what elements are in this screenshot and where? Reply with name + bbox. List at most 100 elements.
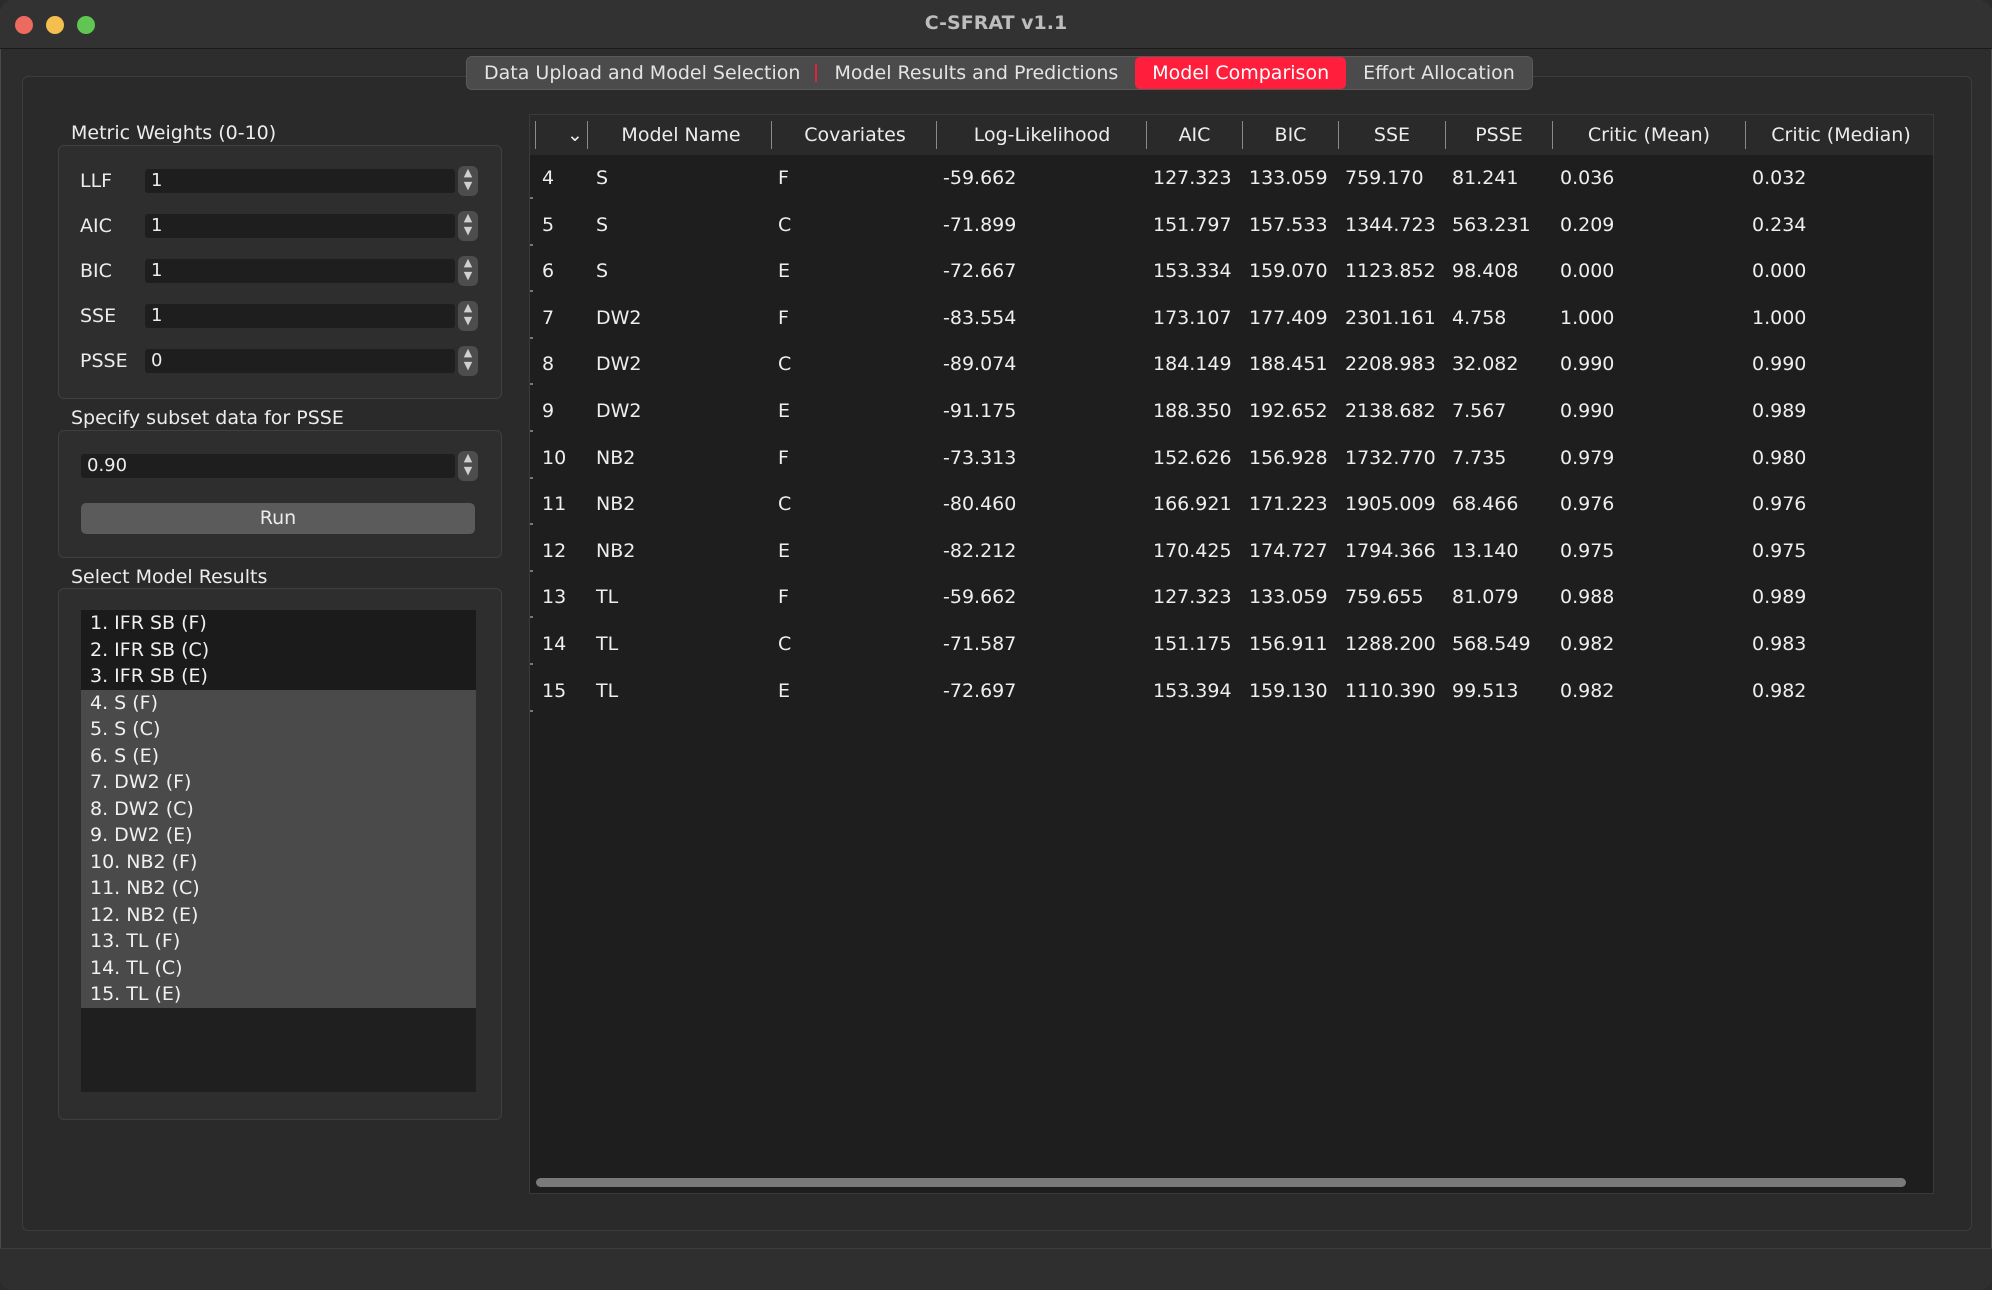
cell-psse: 13.140 xyxy=(1452,539,1519,562)
header-model-name[interactable]: Model Name xyxy=(588,115,774,155)
cell-row-index: 11 xyxy=(542,493,567,516)
cell-psse: 4.758 xyxy=(1452,306,1507,329)
list-item[interactable]: 6. S (E) xyxy=(81,742,476,769)
cell-critic-mean: 1.000 xyxy=(1560,306,1615,329)
model-results-list[interactable]: 1. IFR SB (F) 2. IFR SB (C) 3. IFR SB (E… xyxy=(81,610,476,1092)
header-psse[interactable]: PSSE xyxy=(1446,115,1552,155)
chevron-down-icon: ▼ xyxy=(463,224,473,237)
weight-input-aic[interactable]: 1 xyxy=(145,214,455,238)
list-item[interactable]: 2. IFR SB (C) xyxy=(81,636,476,663)
list-item[interactable]: 4. S (F) xyxy=(81,689,476,716)
comparison-table[interactable]: ⌄ Model Name Covariates Log-Likelihood A… xyxy=(529,114,1934,1194)
weight-stepper-bic[interactable]: ▲ ▼ xyxy=(458,256,478,286)
row-marker xyxy=(530,616,533,619)
list-item[interactable]: 3. IFR SB (E) xyxy=(81,663,476,690)
subset-title: Specify subset data for PSSE xyxy=(71,407,344,429)
cell-log-likelihood: -72.667 xyxy=(943,260,1017,283)
weight-label-bic: BIC xyxy=(80,260,112,282)
cell-aic: 188.350 xyxy=(1153,400,1232,422)
cell-bic: 192.652 xyxy=(1249,400,1328,422)
table-row[interactable]: 6 S E -72.667 153.334 159.070 1123.852 98.408 0.… xyxy=(530,248,1933,294)
list-item[interactable]: 8. DW2 (C) xyxy=(81,795,476,822)
weight-input-psse[interactable]: 0 xyxy=(145,349,455,373)
cell-bic: 159.130 xyxy=(1249,679,1328,702)
table-row[interactable]: 15 TL E -72.697 153.394 159.130 1110.390 99.513… xyxy=(530,668,1933,714)
chevron-up-icon: ▲ xyxy=(463,301,473,314)
cell-covariates: E xyxy=(778,400,791,422)
weight-stepper-aic[interactable]: ▲ ▼ xyxy=(458,211,478,241)
list-item[interactable]: 12. NB2 (E) xyxy=(81,901,476,928)
list-item[interactable]: 7. DW2 (F) xyxy=(81,769,476,796)
model-results-title: Select Model Results xyxy=(71,566,268,588)
row-marker xyxy=(530,243,533,246)
weight-stepper-llf[interactable]: ▲ ▼ xyxy=(458,166,478,196)
weight-input-llf[interactable]: 1 xyxy=(145,169,455,193)
table-row[interactable]: 12 NB2 E -82.212 170.425 174.727 1794.366 13.14… xyxy=(530,528,1933,574)
chevron-up-icon: ▲ xyxy=(463,166,473,179)
table-row[interactable]: 9 DW2 E -91.175 188.350 192.652 2138.682 7.567 0… xyxy=(530,388,1933,434)
cell-sse: 2301.161 xyxy=(1345,306,1436,329)
chevron-down-icon: ▼ xyxy=(463,314,473,327)
cell-sse: 2208.983 xyxy=(1345,353,1436,376)
header-log-likelihood[interactable]: Log-Likelihood xyxy=(937,115,1147,155)
table-row[interactable]: 7 DW2 F -83.554 173.107 177.409 2301.161 4.758 1… xyxy=(530,295,1933,341)
list-item[interactable]: 5. S (C) xyxy=(81,716,476,743)
list-item[interactable]: 13. TL (F) xyxy=(81,928,476,955)
subset-input[interactable]: 0.90 xyxy=(81,454,455,478)
cell-critic-median: 0.983 xyxy=(1752,633,1807,655)
header-critic-median[interactable]: Critic (Median) xyxy=(1746,115,1933,155)
list-item[interactable]: 10. NB2 (F) xyxy=(81,848,476,875)
cell-row-index: 10 xyxy=(542,446,567,469)
tab-data-upload[interactable]: Data Upload and Model Selection xyxy=(467,57,818,89)
subset-stepper[interactable]: ▲ ▼ xyxy=(458,451,478,481)
tab-model-results[interactable]: Model Results and Predictions xyxy=(817,57,1135,89)
table-row[interactable]: 4 S F -59.662 127.323 133.059 759.170 81.241 0.0… xyxy=(530,155,1933,201)
cell-aic: 153.394 xyxy=(1153,679,1232,702)
table-row[interactable]: 10 NB2 F -73.313 152.626 156.928 1732.770 7.735… xyxy=(530,435,1933,481)
tab-bar: Data Upload and Model Selection Model Re… xyxy=(466,56,1533,90)
list-item[interactable]: 11. NB2 (C) xyxy=(81,875,476,902)
cell-sse: 759.170 xyxy=(1345,167,1424,189)
header-sse[interactable]: SSE xyxy=(1339,115,1445,155)
list-item[interactable]: 9. DW2 (E) xyxy=(81,822,476,849)
tab-model-comparison[interactable]: Model Comparison xyxy=(1135,57,1347,89)
list-item[interactable]: 14. TL (C) xyxy=(81,954,476,981)
cell-row-index: 13 xyxy=(542,586,567,609)
cell-aic: 151.175 xyxy=(1153,633,1232,655)
horizontal-scrollbar[interactable] xyxy=(536,1178,1906,1187)
list-item[interactable]: 1. IFR SB (F) xyxy=(81,610,476,637)
table-row[interactable]: 5 S C -71.899 151.797 157.533 1344.723 563.231 0… xyxy=(530,202,1933,248)
header-critic-mean[interactable]: Critic (Mean) xyxy=(1553,115,1745,155)
tab-effort-allocation[interactable]: Effort Allocation xyxy=(1346,57,1532,89)
header-bic[interactable]: BIC xyxy=(1243,115,1338,155)
title-bar: C-SFRAT v1.1 xyxy=(0,0,1992,49)
header-covariates[interactable]: Covariates xyxy=(772,115,938,155)
cell-psse: 98.408 xyxy=(1452,260,1519,283)
cell-model-name: NB2 xyxy=(596,539,636,562)
weight-input-bic[interactable]: 1 xyxy=(145,259,455,283)
cell-log-likelihood: -59.662 xyxy=(943,167,1017,189)
weight-stepper-psse[interactable]: ▲ ▼ xyxy=(458,346,478,376)
sort-indicator-icon[interactable]: ⌄ xyxy=(560,115,590,155)
weight-input-sse[interactable]: 1 xyxy=(145,304,455,328)
row-marker xyxy=(530,336,533,339)
cell-bic: 133.059 xyxy=(1249,167,1328,189)
weight-stepper-sse[interactable]: ▲ ▼ xyxy=(458,301,478,331)
run-button[interactable]: Run xyxy=(81,503,475,534)
table-row[interactable]: 11 NB2 C -80.460 166.921 171.223 1905.009 68.46… xyxy=(530,481,1933,527)
cell-row-index: 8 xyxy=(542,353,555,376)
row-marker xyxy=(530,569,533,572)
cell-model-name: TL xyxy=(596,679,619,702)
header-aic[interactable]: AIC xyxy=(1147,115,1242,155)
cell-log-likelihood: -91.175 xyxy=(943,400,1017,422)
cell-model-name: S xyxy=(596,260,609,283)
cell-aic: 184.149 xyxy=(1153,353,1232,376)
cell-critic-median: 0.980 xyxy=(1752,446,1807,469)
table-row[interactable]: 13 TL F -59.662 127.323 133.059 759.655 81.079 0… xyxy=(530,574,1933,620)
list-item[interactable]: 15. TL (E) xyxy=(81,981,476,1008)
cell-covariates: E xyxy=(778,679,791,702)
table-row[interactable]: 14 TL C -71.587 151.175 156.911 1288.200 568.54… xyxy=(530,621,1933,667)
table-row[interactable]: 8 DW2 C -89.074 184.149 188.451 2208.983 32.082… xyxy=(530,341,1933,387)
chevron-up-icon: ▲ xyxy=(463,346,473,359)
cell-critic-mean: 0.982 xyxy=(1560,633,1615,655)
